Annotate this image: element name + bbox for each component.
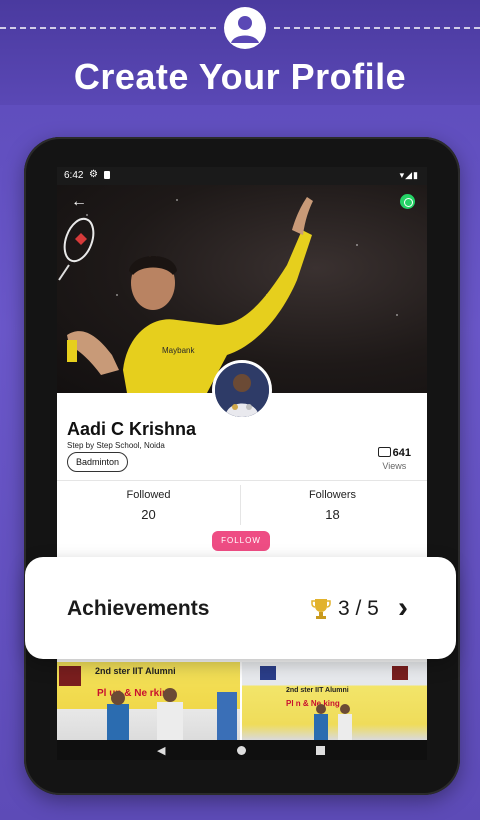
gallery-photo[interactable]: 2nd ster IIT Alumni Pl n & Ne king <box>242 662 427 740</box>
stat-value: 18 <box>325 507 340 522</box>
sim-icon <box>104 171 110 179</box>
banner-line2: Pl un & Ne rking <box>97 688 174 699</box>
views-counter: 641 Views <box>377 447 411 471</box>
android-nav-bar: ◀ <box>57 740 427 760</box>
achievements-count: 3 / 5 <box>338 597 379 620</box>
stats-divider <box>57 480 427 481</box>
status-bar: 6:42 ⚙ ▾◢▮ <box>57 167 427 185</box>
achievements-card[interactable]: Achievements 3 / 5 › <box>25 557 456 659</box>
nav-home-icon[interactable] <box>237 746 246 755</box>
eye-icon <box>377 447 391 457</box>
views-label: Views <box>382 461 407 471</box>
svg-text:Maybank: Maybank <box>162 346 195 355</box>
nav-back-icon[interactable]: ◀ <box>157 744 165 757</box>
page-title: Create Your Profile <box>73 56 407 97</box>
stat-followers[interactable]: Followers 18 <box>241 489 424 522</box>
achievements-title: Achievements <box>67 597 210 620</box>
follow-button[interactable]: FOLLOW <box>212 531 270 551</box>
sport-chip[interactable]: Badminton <box>67 452 129 472</box>
stat-followed[interactable]: Followed 20 <box>57 489 240 522</box>
stat-value: 20 <box>141 507 156 522</box>
banner-line1: 2nd ster IIT Alumni <box>286 687 349 694</box>
trophy-icon <box>311 599 331 619</box>
header-divider-left <box>0 27 216 29</box>
nav-recents-icon[interactable] <box>316 746 325 755</box>
settings-icon: ⚙ <box>89 169 98 180</box>
views-count: 641 <box>392 447 411 459</box>
chevron-right-icon[interactable]: › <box>398 591 408 625</box>
profile-screen: 6:42 ⚙ ▾◢▮ Maybank ← Aadi C Krishna Step… <box>57 167 427 760</box>
status-time: 6:42 <box>64 170 84 181</box>
user-circle-icon <box>224 7 266 49</box>
banner-line2: Pl n & Ne king <box>286 699 340 708</box>
banner-line1: 2nd ster IIT Alumni <box>95 666 176 676</box>
photo-gallery: 2nd ster IIT Alumni Pl un & Ne rking 2nd… <box>57 662 427 740</box>
profile-school: Step by Step School, Noida <box>67 441 165 450</box>
stat-label: Followed <box>126 489 171 501</box>
profile-name: Aadi C Krishna <box>67 419 197 439</box>
back-arrow-icon[interactable]: ← <box>71 193 87 211</box>
avatar[interactable] <box>212 360 272 420</box>
gallery-photo[interactable]: 2nd ster IIT Alumni Pl un & Ne rking <box>57 662 240 740</box>
whatsapp-icon[interactable] <box>400 194 415 209</box>
header-divider-right <box>274 27 480 29</box>
stat-label: Followers <box>308 489 357 501</box>
status-icons: ▾◢▮ <box>399 170 419 180</box>
